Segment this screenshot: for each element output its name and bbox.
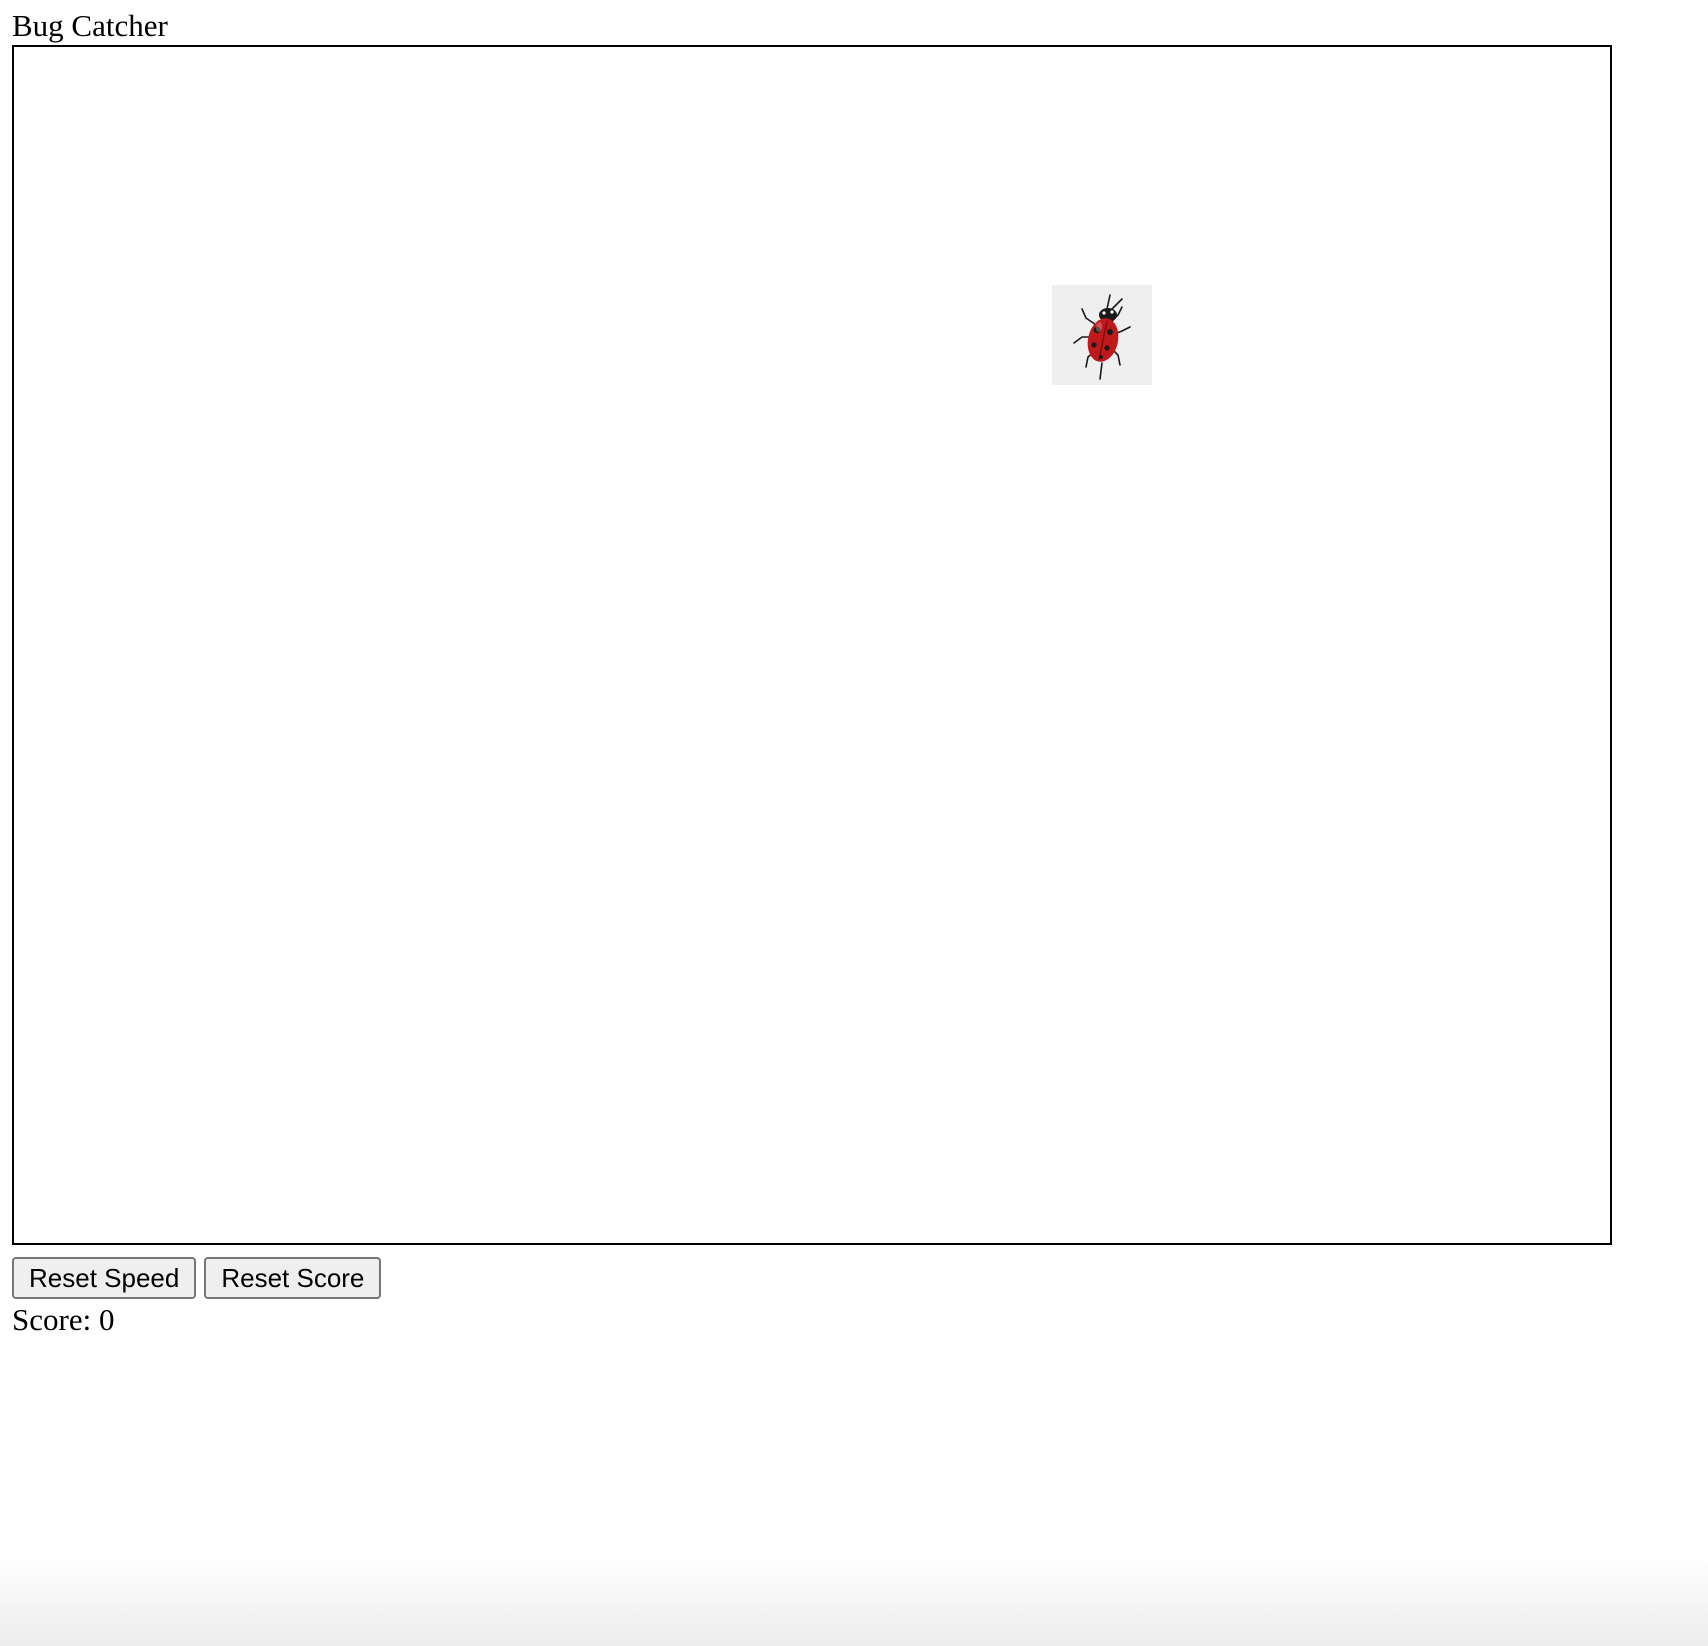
ladybug-icon [1073,294,1131,380]
reset-score-button[interactable]: Reset Score [204,1257,382,1299]
score-display: Score: 0 [12,1300,114,1340]
controls-bar: Reset Speed Reset Score [12,1257,382,1299]
bug-target[interactable] [1052,285,1152,385]
page-title: Bug Catcher [12,8,168,43]
score-label: Score: [12,1302,92,1337]
window-bottom-edge [0,1556,1708,1646]
score-value: 0 [98,1302,115,1337]
game-canvas[interactable] [12,45,1612,1245]
reset-speed-button[interactable]: Reset Speed [12,1257,197,1299]
